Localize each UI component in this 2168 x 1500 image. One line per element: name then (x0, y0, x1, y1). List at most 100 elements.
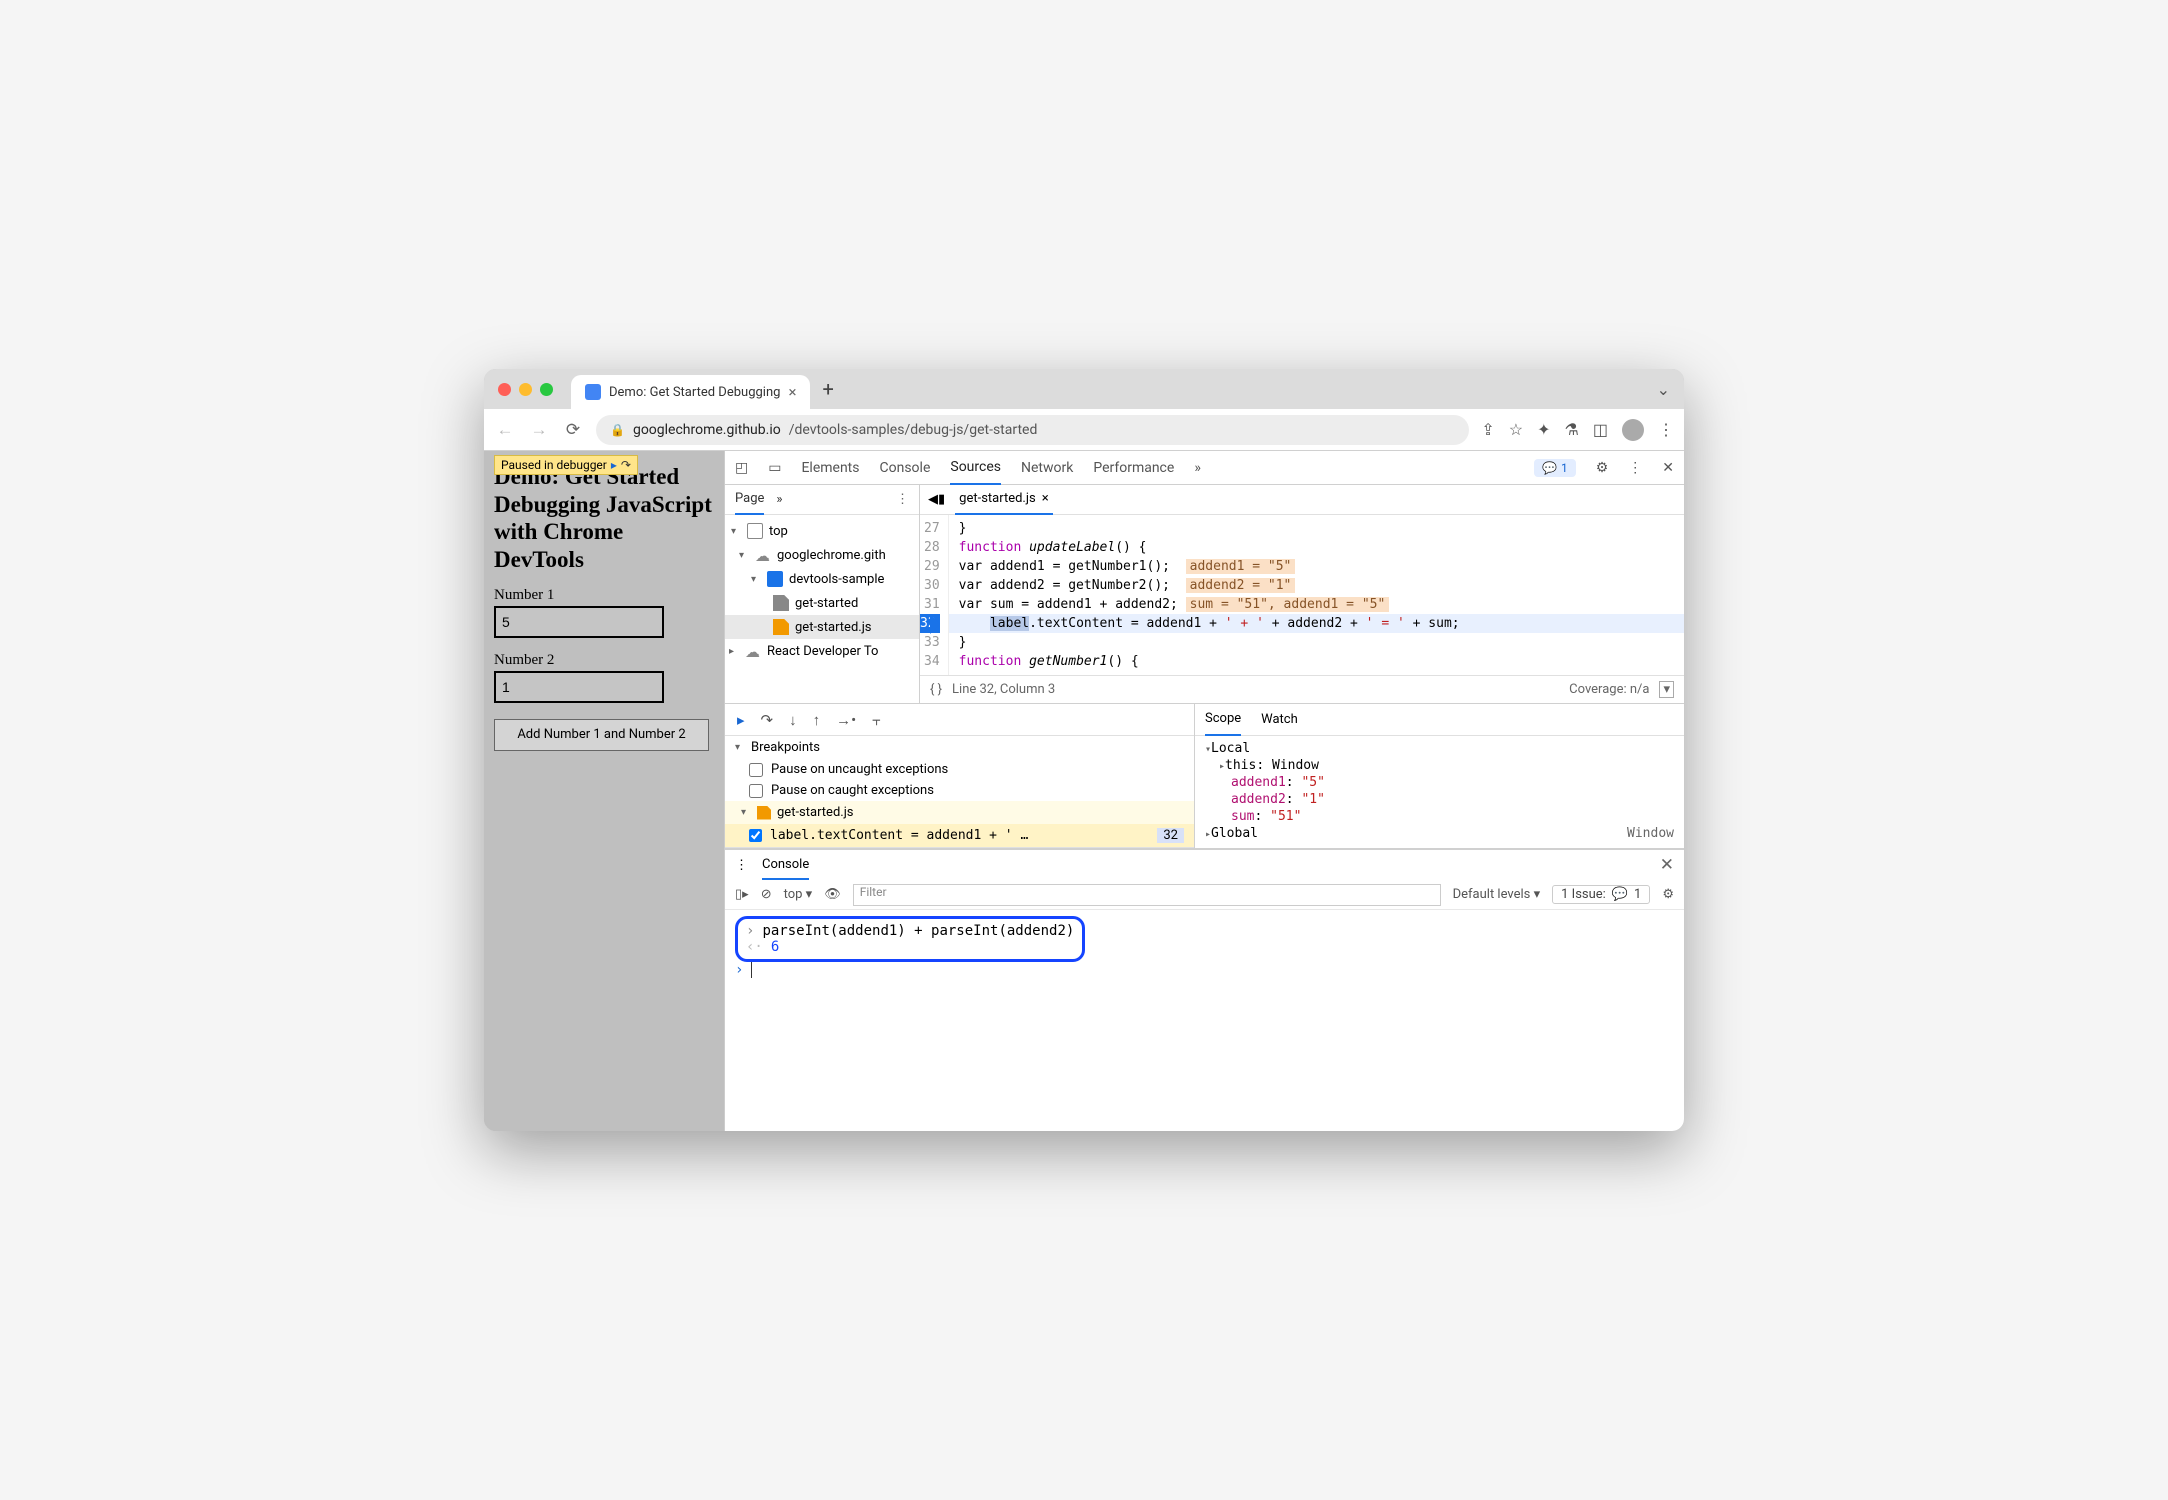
clear-console-icon[interactable]: ⊘ (761, 887, 772, 902)
close-file-icon[interactable]: × (1042, 491, 1049, 506)
breakpoints-header[interactable]: ▾Breakpoints (725, 736, 1194, 759)
overlay-step-icon[interactable]: ↷ (621, 458, 631, 472)
tree-ext[interactable]: ▸React Developer To (725, 639, 919, 663)
tree-folder[interactable]: ▾devtools-sample (725, 567, 919, 591)
tab-sources[interactable]: Sources (950, 451, 1001, 485)
tab-performance[interactable]: Performance (1093, 460, 1174, 476)
context-selector[interactable]: top ▾ (784, 887, 813, 902)
tab-console[interactable]: Console (880, 460, 931, 476)
scope-global[interactable]: ▸GlobalWindow (1195, 825, 1684, 842)
sidepanel-icon[interactable]: ◫ (1593, 420, 1608, 439)
menu-icon[interactable]: ⋮ (1658, 420, 1674, 439)
bp-code-row[interactable]: label.textContent = addend1 + ' …32 (725, 824, 1194, 847)
tab-network[interactable]: Network (1021, 460, 1073, 476)
device-icon[interactable]: ▭ (768, 460, 781, 476)
scope-local[interactable]: ▾Local (1195, 740, 1684, 757)
tree-file-js[interactable]: get-started.js (725, 615, 919, 639)
live-expr-icon[interactable]: 👁 (824, 887, 841, 902)
issues-badge[interactable]: 💬 1 (1534, 459, 1576, 477)
profile-icon[interactable] (1622, 419, 1644, 441)
nav-menu-icon[interactable]: ⋮ (896, 492, 909, 507)
url-path: /devtools-samples/debug-js/get-started (789, 422, 1038, 438)
code-view[interactable]: 27 28 29 30 31 32 33 34 } function updat… (920, 515, 1684, 675)
number2-input[interactable] (494, 671, 664, 703)
devtools-close-icon[interactable]: ✕ (1662, 460, 1674, 476)
devtools-tabbar: ◰ ▭ Elements Console Sources Network Per… (725, 451, 1684, 485)
breakpoint-line-marker[interactable]: 32 (920, 614, 940, 633)
console-close-icon[interactable]: ✕ (1660, 855, 1674, 875)
tree-file-html[interactable]: get-started (725, 591, 919, 615)
number1-input[interactable] (494, 606, 664, 638)
resume-icon[interactable]: ▸ (737, 711, 745, 729)
console-menu-icon[interactable]: ⋮ (735, 858, 748, 873)
new-tab-button[interactable]: + (822, 377, 833, 401)
editor-statusbar: { } Line 32, Column 3 Coverage: n/a ▾ (920, 675, 1684, 703)
back-button[interactable]: ← (494, 420, 516, 440)
overlay-resume-icon[interactable]: ▸ (611, 458, 617, 472)
tabs-dropdown-icon[interactable]: ⌄ (1657, 380, 1670, 399)
tab-elements[interactable]: Elements (801, 460, 859, 476)
content-area: Paused in debugger ▸ ↷ Demo: Get Started… (484, 451, 1684, 1131)
forward-button[interactable]: → (528, 420, 550, 440)
code-editor: ◀▮ get-started.js× 27 28 29 30 31 32 33 … (920, 485, 1684, 703)
step-icon[interactable]: →• (836, 711, 856, 729)
lock-icon: 🔒 (610, 423, 625, 437)
pause-caught-checkbox[interactable]: Pause on caught exceptions (725, 780, 1194, 801)
labs-icon[interactable]: ⚗ (1565, 420, 1579, 439)
reload-button[interactable]: ⟳ (562, 420, 584, 440)
step-into-icon[interactable]: ↓ (789, 711, 797, 729)
console-header: ⋮ Console ✕ (725, 850, 1684, 880)
bookmark-icon[interactable]: ☆ (1509, 420, 1523, 439)
pretty-print-icon[interactable]: { } (930, 682, 942, 697)
sources-navigator: Page » ⋮ ▾top ▾googlechrome.gith ▾devtoo… (725, 485, 920, 703)
tree-top[interactable]: ▾top (725, 519, 919, 543)
nav-more-icon[interactable]: » (776, 492, 782, 507)
traffic-lights (498, 383, 553, 396)
step-out-icon[interactable]: ↑ (813, 711, 821, 729)
toggle-nav-icon[interactable]: ◀▮ (928, 492, 945, 507)
inspect-icon[interactable]: ◰ (735, 460, 748, 476)
nav-page-tab[interactable]: Page (735, 485, 764, 515)
log-levels-select[interactable]: Default levels ▾ (1453, 887, 1541, 902)
scope-this[interactable]: ▸this: Window (1195, 757, 1684, 774)
scope-addend2: addend2: "1" (1195, 791, 1684, 808)
console-output-line: ‹·6 (746, 939, 1074, 955)
watch-tab[interactable]: Watch (1261, 712, 1298, 727)
add-button[interactable]: Add Number 1 and Number 2 (494, 719, 709, 751)
step-over-icon[interactable]: ↷ (761, 711, 774, 729)
paused-text: Paused in debugger (501, 458, 607, 472)
console-settings-icon[interactable]: ⚙ (1662, 887, 1674, 902)
scope-tabs: Scope Watch (1195, 704, 1684, 736)
console-prompt[interactable]: › (735, 962, 1674, 978)
share-icon[interactable]: ⇪ (1481, 420, 1494, 439)
current-exec-line: label.textContent = addend1 + ' + ' + ad… (949, 614, 1684, 633)
close-tab-icon[interactable]: × (788, 383, 796, 401)
minimize-window-button[interactable] (519, 383, 532, 396)
browser-window: Demo: Get Started Debugging × + ⌄ ← → ⟳ … (484, 369, 1684, 1131)
highlighted-region: ›parseInt(addend1) + parseInt(addend2) ‹… (735, 916, 1085, 962)
console-sidebar-icon[interactable]: ▯▸ (735, 887, 749, 902)
bp-script-row[interactable]: ▾get-started.js (725, 801, 1194, 824)
console-input-line: ›parseInt(addend1) + parseInt(addend2) (746, 923, 1074, 939)
deactivate-bp-icon[interactable]: ⫟ (872, 711, 881, 729)
close-window-button[interactable] (498, 383, 511, 396)
status-dropdown-icon[interactable]: ▾ (1659, 681, 1674, 698)
extensions-icon[interactable]: ✦ (1537, 420, 1550, 439)
filter-input[interactable]: Filter (853, 884, 1441, 906)
more-tabs-icon[interactable]: » (1194, 460, 1201, 476)
editor-tab[interactable]: get-started.js× (955, 485, 1052, 515)
browser-tab[interactable]: Demo: Get Started Debugging × (571, 375, 810, 409)
pause-uncaught-checkbox[interactable]: Pause on uncaught exceptions (725, 759, 1194, 780)
code-lines: } function updateLabel() { var addend1 =… (949, 515, 1684, 675)
devtools-menu-icon[interactable]: ⋮ (1628, 460, 1642, 476)
sources-panel: Page » ⋮ ▾top ▾googlechrome.gith ▾devtoo… (725, 485, 1684, 704)
paused-overlay: Paused in debugger ▸ ↷ (494, 455, 638, 475)
scope-tab[interactable]: Scope (1205, 704, 1241, 736)
editor-tabbar: ◀▮ get-started.js× (920, 485, 1684, 515)
omnibox[interactable]: 🔒 googlechrome.github.io/devtools-sample… (596, 415, 1469, 445)
tree-domain[interactable]: ▾googlechrome.gith (725, 543, 919, 567)
zoom-window-button[interactable] (540, 383, 553, 396)
settings-icon[interactable]: ⚙ (1596, 460, 1609, 476)
console-tab[interactable]: Console (762, 850, 809, 880)
issues-pill[interactable]: 1 Issue: 💬 1 (1552, 885, 1650, 904)
